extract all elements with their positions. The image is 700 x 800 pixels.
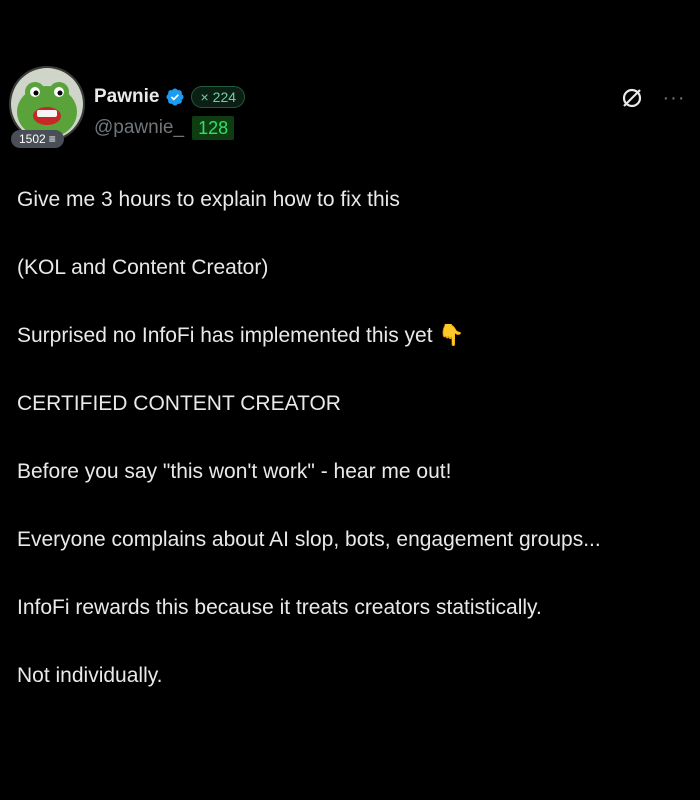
post-paragraph-8: Not individually. [17, 664, 163, 687]
handle-row: @pawnie_ 128 [94, 116, 235, 140]
post-paragraph-6: Everyone complains about AI slop, bots, … [17, 528, 601, 551]
handle[interactable]: @pawnie_ [94, 117, 184, 139]
post-paragraph-2: (KOL and Content Creator) [17, 256, 269, 279]
x-badge[interactable]: × 224 [191, 86, 246, 108]
grok-slash-icon[interactable] [620, 86, 644, 110]
score-badge: 128 [192, 116, 235, 140]
pointing-down-emoji-icon: 👇 [438, 324, 465, 347]
post-body: Give me 3 hours to explain how to fix th… [17, 183, 657, 727]
stack-icon: ≡ [48, 132, 56, 146]
post-paragraph-4: CERTIFIED CONTENT CREATOR [17, 392, 341, 415]
post-header: 1502 ≡ Pawnie × 224 @pawnie_ 128 ··· [0, 0, 700, 170]
verified-check-icon[interactable] [165, 87, 185, 107]
more-dots-icon[interactable]: ··· [662, 86, 686, 110]
post-paragraph-1: Give me 3 hours to explain how to fix th… [17, 188, 400, 211]
post-paragraph-7: InfoFi rewards this because it treats cr… [17, 596, 542, 619]
post-paragraph-3: Surprised no InfoFi has implemented this… [17, 319, 657, 352]
follower-count: 1502 [19, 132, 46, 146]
name-row: Pawnie × 224 [94, 86, 246, 108]
avatar-container[interactable]: 1502 ≡ [9, 66, 85, 148]
post-paragraph-5: Before you say "this won't work" - hear … [17, 460, 452, 483]
x-icon: × [200, 89, 209, 105]
post-paragraph-3-text: Surprised no InfoFi has implemented this… [17, 324, 433, 347]
top-actions: ··· [620, 86, 686, 110]
follower-badge[interactable]: 1502 ≡ [11, 130, 64, 148]
display-name[interactable]: Pawnie [94, 86, 159, 108]
x-badge-count: 224 [212, 89, 237, 105]
